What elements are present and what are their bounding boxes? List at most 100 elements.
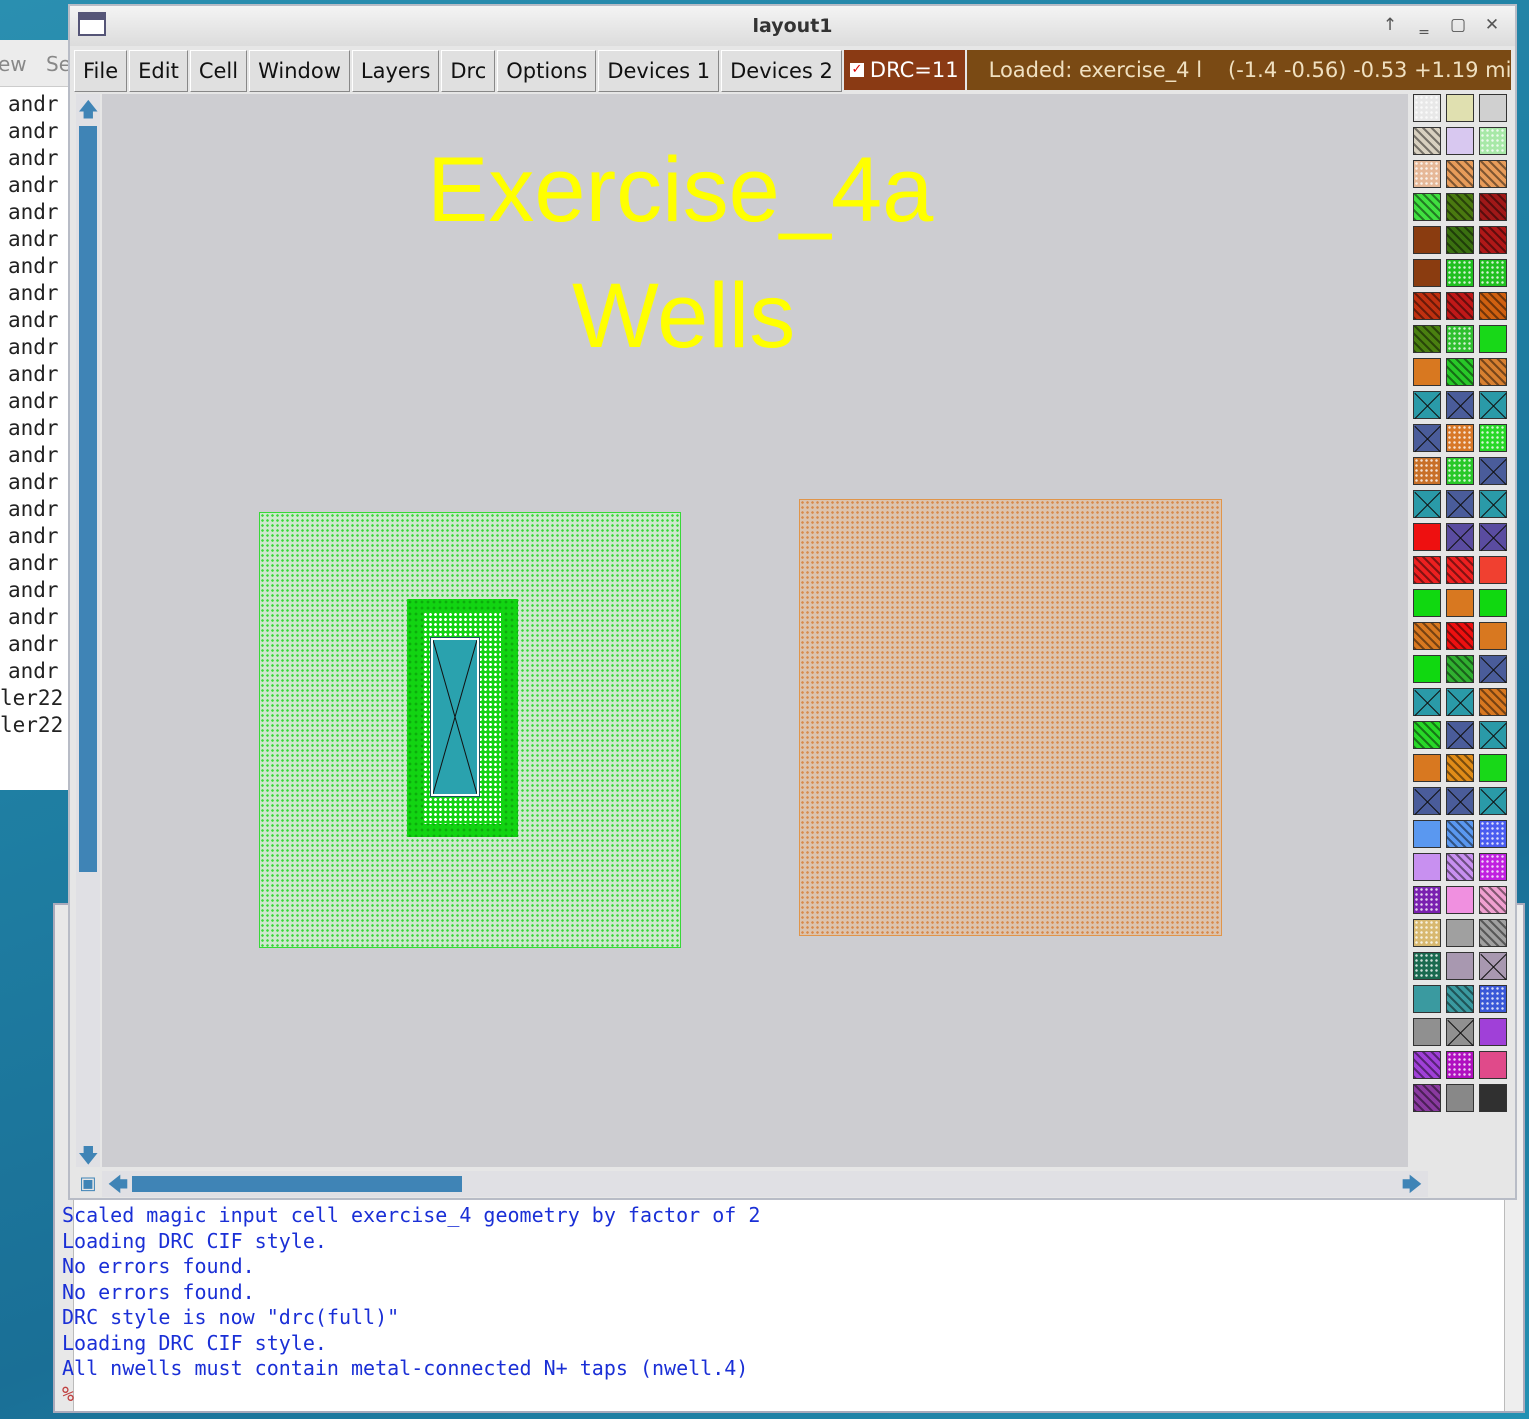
layer-swatch[interactable] (1413, 622, 1441, 650)
layer-swatch[interactable] (1479, 886, 1507, 914)
layer-swatch[interactable] (1413, 457, 1441, 485)
layer-swatch[interactable] (1479, 754, 1507, 782)
layer-swatch[interactable] (1413, 1051, 1441, 1079)
layer-swatch[interactable] (1413, 193, 1441, 221)
layer-swatch[interactable] (1446, 424, 1474, 452)
layer-swatch[interactable] (1413, 325, 1441, 353)
layer-swatch[interactable] (1446, 358, 1474, 386)
layout-window[interactable]: layout1 ↑ ‗ ▢ ✕ File Edit Cell Window La… (68, 4, 1517, 1200)
layer-swatch[interactable] (1446, 457, 1474, 485)
menu-window[interactable]: Window (249, 50, 350, 92)
layer-swatch[interactable] (1479, 985, 1507, 1013)
layer-swatch[interactable] (1446, 193, 1474, 221)
layer-swatch[interactable] (1413, 952, 1441, 980)
layer-swatch[interactable] (1479, 358, 1507, 386)
scroll-left-arrow-icon[interactable]: 🡄 (106, 1172, 130, 1196)
menu-devices-1[interactable]: Devices 1 (598, 50, 720, 92)
layer-swatch[interactable] (1413, 424, 1441, 452)
layer-swatch[interactable] (1446, 556, 1474, 584)
layer-swatch[interactable] (1446, 589, 1474, 617)
layer-swatch[interactable] (1446, 853, 1474, 881)
layer-swatch[interactable] (1479, 94, 1507, 122)
layer-swatch[interactable] (1413, 523, 1441, 551)
layer-swatch[interactable] (1479, 952, 1507, 980)
raise-button[interactable]: ↑ (1377, 14, 1403, 36)
layer-swatch[interactable] (1479, 622, 1507, 650)
terminal-tab[interactable]: ew (0, 52, 27, 76)
layer-swatch[interactable] (1413, 886, 1441, 914)
menu-layers[interactable]: Layers (351, 50, 440, 92)
layer-swatch[interactable] (1413, 1018, 1441, 1046)
contact-cell[interactable] (431, 638, 479, 796)
title-bar[interactable]: layout1 ↑ ‗ ▢ ✕ (70, 6, 1515, 46)
layer-swatch[interactable] (1479, 919, 1507, 947)
layer-swatch[interactable] (1446, 919, 1474, 947)
vertical-scrollbar[interactable]: 🡅 🡇 (76, 94, 100, 1167)
menu-options[interactable]: Options (497, 50, 597, 92)
layer-swatch[interactable] (1479, 127, 1507, 155)
layer-swatch[interactable] (1479, 688, 1507, 716)
layer-swatch[interactable] (1446, 952, 1474, 980)
layer-swatch[interactable] (1446, 259, 1474, 287)
layer-swatch[interactable] (1479, 391, 1507, 419)
layer-swatch[interactable] (1479, 226, 1507, 254)
layer-swatch[interactable] (1479, 424, 1507, 452)
layer-swatch[interactable] (1413, 787, 1441, 815)
menu-cell[interactable]: Cell (189, 50, 248, 92)
minimize-button[interactable]: ‗ (1411, 14, 1437, 36)
menu-file[interactable]: File (74, 50, 128, 92)
layer-swatch[interactable] (1413, 94, 1441, 122)
layer-swatch[interactable] (1479, 259, 1507, 287)
layer-swatch[interactable] (1413, 820, 1441, 848)
layer-swatch[interactable] (1479, 1051, 1507, 1079)
layer-swatch[interactable] (1413, 292, 1441, 320)
layer-swatch[interactable] (1479, 193, 1507, 221)
scroll-down-arrow-icon[interactable]: 🡇 (78, 1144, 99, 1166)
layer-swatch[interactable] (1479, 457, 1507, 485)
layer-swatch[interactable] (1446, 226, 1474, 254)
layer-swatch[interactable] (1413, 919, 1441, 947)
layer-swatch[interactable] (1413, 160, 1441, 188)
layer-swatch[interactable] (1413, 127, 1441, 155)
layer-swatch[interactable] (1446, 325, 1474, 353)
layer-swatch[interactable] (1479, 490, 1507, 518)
layer-swatch[interactable] (1479, 589, 1507, 617)
layer-swatch[interactable] (1446, 1084, 1474, 1112)
scroll-right-arrow-icon[interactable]: 🡆 (1400, 1172, 1424, 1196)
layer-swatch[interactable] (1446, 292, 1474, 320)
horizontal-scrollbar[interactable]: 🡄 🡆 (102, 1171, 1428, 1197)
layer-swatch[interactable] (1413, 688, 1441, 716)
layer-swatch[interactable] (1446, 688, 1474, 716)
layer-swatch[interactable] (1479, 292, 1507, 320)
layer-swatch[interactable] (1446, 94, 1474, 122)
layer-swatch[interactable] (1446, 754, 1474, 782)
layout-canvas[interactable]: Exercise_4a Wells (102, 94, 1408, 1167)
layer-swatch[interactable] (1446, 622, 1474, 650)
layer-swatch[interactable] (1479, 556, 1507, 584)
layer-swatch[interactable] (1479, 1018, 1507, 1046)
layer-swatch[interactable] (1479, 787, 1507, 815)
layer-swatch[interactable] (1479, 160, 1507, 188)
layer-swatch[interactable] (1446, 787, 1474, 815)
menu-edit[interactable]: Edit (129, 50, 188, 92)
layer-swatch[interactable] (1413, 556, 1441, 584)
maximize-button[interactable]: ▢ (1445, 14, 1471, 36)
layer-swatch[interactable] (1479, 523, 1507, 551)
layer-swatch[interactable] (1413, 358, 1441, 386)
layer-swatch[interactable] (1479, 820, 1507, 848)
layer-swatch[interactable] (1446, 985, 1474, 1013)
checkbox-checked-icon[interactable]: ✓ (849, 63, 864, 77)
layer-swatch[interactable] (1479, 721, 1507, 749)
pwell-rectangle[interactable] (799, 499, 1222, 936)
vertical-scroll-thumb[interactable] (79, 126, 97, 872)
horizontal-scroll-thumb[interactable] (132, 1176, 462, 1192)
layer-swatch[interactable] (1446, 1018, 1474, 1046)
layer-swatch[interactable] (1413, 589, 1441, 617)
layer-swatch[interactable] (1446, 721, 1474, 749)
drc-toggle-button[interactable]: ✓ DRC=11 (843, 50, 965, 90)
console-prompt[interactable]: % (62, 1382, 1503, 1408)
menu-devices-2[interactable]: Devices 2 (721, 50, 842, 92)
zoom-box-icon[interactable]: ▣ (76, 1171, 100, 1197)
layer-swatch[interactable] (1413, 1084, 1441, 1112)
layer-swatch[interactable] (1446, 490, 1474, 518)
